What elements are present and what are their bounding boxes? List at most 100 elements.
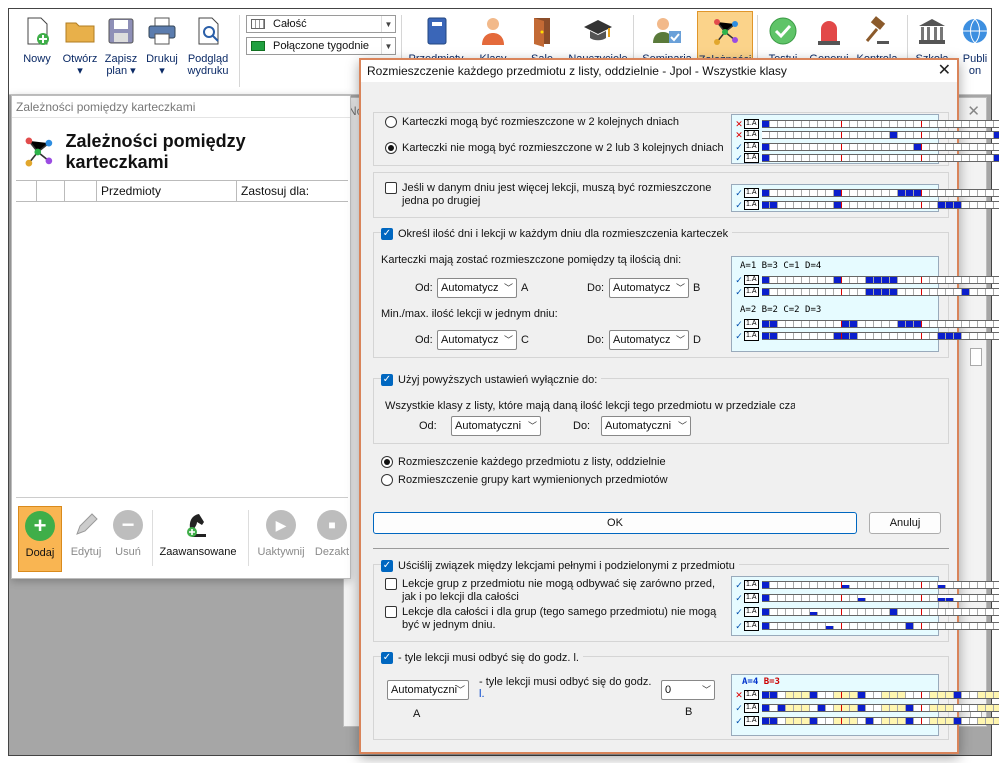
preview-cell xyxy=(961,132,970,138)
class-tag: 1.A xyxy=(744,188,759,198)
close-icon[interactable]: ✕ xyxy=(938,60,951,82)
checkbox[interactable] xyxy=(385,578,397,590)
cb-define-days[interactable]: Określ ilość dni i lekcji w każdym dniu … xyxy=(381,228,733,241)
delete-button[interactable]: − Usuń xyxy=(110,506,146,570)
preview-cell xyxy=(873,623,882,629)
week-combo[interactable]: Połączone tygodnie ▼ xyxy=(246,37,396,55)
preview-cell xyxy=(881,144,890,150)
preview-cell xyxy=(969,692,978,698)
preview-cell xyxy=(993,705,999,711)
preview-cell xyxy=(985,202,994,208)
cb-one-after-another[interactable]: Jeśli w danym dniu jest więcej lekcji, m… xyxy=(385,182,711,208)
preview-cells xyxy=(761,288,999,296)
save-plan-button[interactable]: Zapisz plan ▾ xyxy=(101,11,141,91)
radio-group-subjects[interactable]: Rozmieszczenie grupy kart wymienionych p… xyxy=(381,474,668,487)
bg-button[interactable] xyxy=(970,348,982,366)
radio-button[interactable] xyxy=(381,474,393,486)
preview-cell xyxy=(889,609,898,615)
checkbox[interactable] xyxy=(381,560,393,572)
scope-combo[interactable]: Całość ▼ xyxy=(246,15,396,33)
class-tag: 1.A xyxy=(744,319,759,329)
preview-cell xyxy=(769,321,778,327)
radio-button[interactable] xyxy=(385,142,397,154)
checkbox[interactable] xyxy=(381,228,393,240)
lessons-min-select[interactable]: Automatycz ﹀ xyxy=(437,330,517,350)
close-icon[interactable]: ✕ xyxy=(967,102,980,120)
print-preview-button[interactable]: Podgląd wydruku xyxy=(183,11,233,91)
period-to-select[interactable]: Automatyczni ﹀ xyxy=(601,416,691,436)
preview-row: ✓ 1.A xyxy=(734,200,999,210)
preview-cell xyxy=(777,190,786,196)
preview-cell xyxy=(985,277,994,283)
preview-cell xyxy=(825,202,834,208)
ok-button[interactable]: OK xyxy=(373,512,857,534)
class-tag: 1.A xyxy=(744,130,759,140)
column-subjects[interactable]: Przedmioty xyxy=(96,181,236,201)
column-apply-for[interactable]: Zastosuj dla: xyxy=(236,181,348,201)
do-label: Do: xyxy=(587,334,605,346)
class-tag: 1.A xyxy=(744,287,759,297)
preview-cell xyxy=(857,692,866,698)
add-button[interactable]: + Dodaj xyxy=(18,506,62,572)
preview-cell xyxy=(761,705,770,711)
cb-until[interactable]: - tyle lekcji musi odbyć się do godz. l. xyxy=(381,652,583,665)
until-hour-select[interactable]: 0 ﹀ xyxy=(661,680,715,700)
checkbox[interactable] xyxy=(385,182,397,194)
activate-button[interactable]: ▶ Uaktywnij xyxy=(252,506,310,570)
preview-cell xyxy=(945,190,954,196)
preview-cell xyxy=(785,144,794,150)
cb-use-only-for[interactable]: Użyj powyższych ustawień wyłącznie do: xyxy=(381,374,602,387)
preview-cell xyxy=(777,144,786,150)
new-button[interactable]: Nowy xyxy=(13,11,61,91)
dependencies-list[interactable] xyxy=(16,202,348,498)
lessons-max-select[interactable]: Automatycz ﹀ xyxy=(609,330,689,350)
radio-button[interactable] xyxy=(385,116,397,128)
checkbox[interactable] xyxy=(381,652,393,664)
class-tag: 1.A xyxy=(744,153,759,163)
preview-cell xyxy=(769,609,778,615)
preview-cell xyxy=(897,202,906,208)
until-count-select[interactable]: Automatyczni ﹀ xyxy=(387,680,469,700)
cancel-button[interactable]: Anuluj xyxy=(869,512,941,534)
preview-cell xyxy=(841,718,850,724)
preview-cell xyxy=(817,595,826,601)
deactivate-button[interactable]: ■ Dezakt xyxy=(312,506,352,570)
cb-tighten[interactable]: Uściślij związek między lekcjami pełnymi… xyxy=(381,560,739,573)
cb-whole-and-groups[interactable]: Lekcje dla całości i dla grup (tego same… xyxy=(385,606,716,632)
preview-cell xyxy=(897,155,906,161)
radio-each-subject[interactable]: Rozmieszczenie każdego przedmiotu z list… xyxy=(381,456,666,469)
cb-groups-before-after[interactable]: Lekcje grup z przedmiotu nie mogą odbywa… xyxy=(385,578,715,604)
preview-cell xyxy=(857,623,866,629)
checkbox[interactable] xyxy=(385,606,397,618)
edit-button[interactable]: Edytuj xyxy=(66,506,106,570)
checkbox[interactable] xyxy=(381,374,393,386)
preview-cell xyxy=(953,705,962,711)
preview-cell xyxy=(793,718,802,724)
chevron-down-icon: ▼ xyxy=(381,38,395,54)
radio-consecutive-not-allowed[interactable]: Karteczki nie mogą być rozmieszczone w 2… xyxy=(385,142,724,155)
preview-cell xyxy=(793,289,802,295)
radio-button[interactable] xyxy=(381,456,393,468)
advanced-button[interactable]: Zaawansowane xyxy=(156,506,240,570)
preview-cell xyxy=(833,692,842,698)
preview-cell xyxy=(953,582,962,588)
days-from-select[interactable]: Automatycz ﹀ xyxy=(437,278,517,298)
preview-cell xyxy=(921,289,930,295)
preview-cell xyxy=(777,132,786,138)
preview-cell xyxy=(865,155,874,161)
preview-cell xyxy=(937,277,946,283)
print-button[interactable]: Drukuj ▾ xyxy=(141,11,183,91)
preview-cell xyxy=(929,595,938,601)
period-from-select[interactable]: Automatyczni ﹀ xyxy=(451,416,541,436)
days-to-select[interactable]: Automatycz ﹀ xyxy=(609,278,689,298)
preview-cell xyxy=(929,333,938,339)
students-icon xyxy=(477,15,509,47)
check-icon: ✓ xyxy=(735,153,743,163)
preview-cells xyxy=(761,704,999,712)
tab-publish[interactable]: Publi on xyxy=(957,11,991,91)
preview-cell xyxy=(825,692,834,698)
radio-consecutive-allowed[interactable]: Karteczki mogą być rozmieszczone w 2 kol… xyxy=(385,116,679,129)
open-button[interactable]: Otwórz ▾ xyxy=(59,11,101,91)
preview-cell xyxy=(897,333,906,339)
preview-cell xyxy=(969,289,978,295)
